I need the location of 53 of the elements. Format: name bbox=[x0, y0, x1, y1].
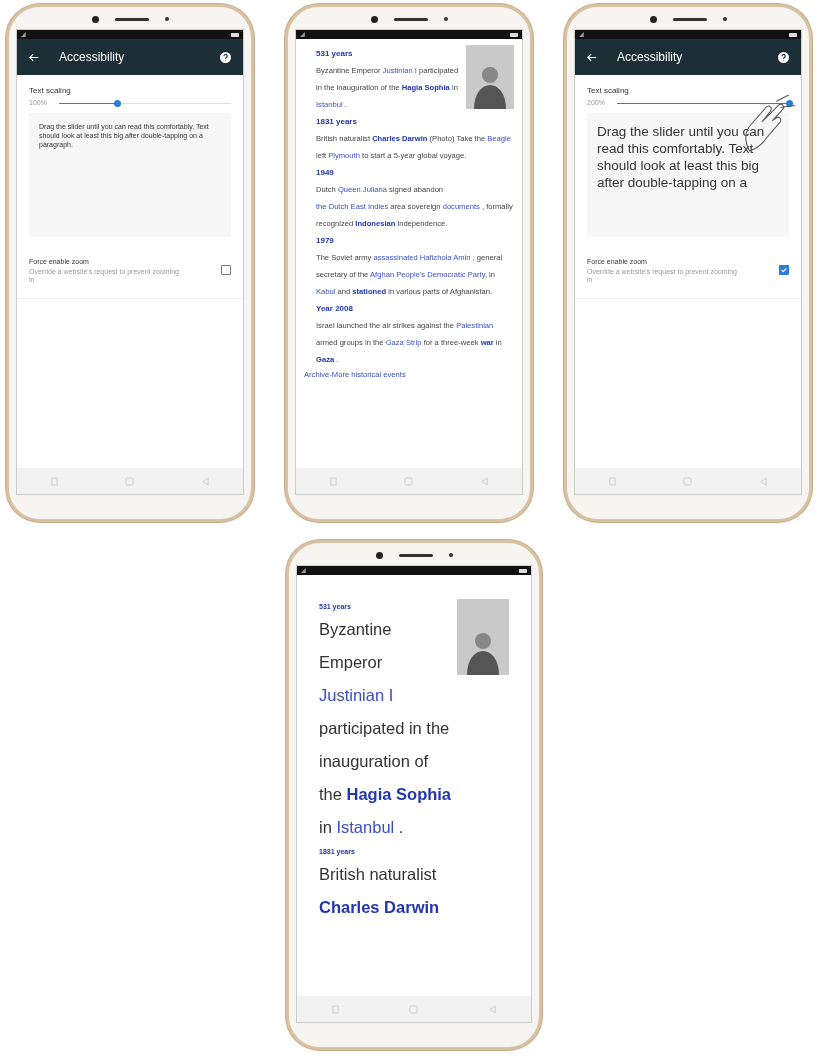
checkbox[interactable] bbox=[221, 265, 231, 276]
battery-icon bbox=[510, 32, 518, 37]
recents-icon[interactable] bbox=[608, 476, 616, 486]
signal-icon bbox=[21, 32, 29, 37]
speaker-grille bbox=[114, 17, 149, 21]
article-paragraph: Byzantine Emperor Justinian I participated in the inauguration of the Hagia Sophia in Istanbul . bbox=[319, 619, 453, 838]
link[interactable]: Istanbul bbox=[336, 818, 395, 836]
signal-icon bbox=[300, 32, 308, 37]
home-icon[interactable] bbox=[409, 1004, 419, 1014]
home-icon[interactable] bbox=[683, 476, 693, 486]
back-icon[interactable] bbox=[202, 476, 210, 486]
home-icon[interactable] bbox=[125, 476, 135, 486]
back-icon[interactable] bbox=[760, 476, 768, 486]
link[interactable]: Charles Darwin bbox=[319, 898, 440, 916]
camera-icon bbox=[375, 551, 383, 559]
toolbar-title: Accessibility bbox=[617, 49, 684, 66]
home-icon[interactable] bbox=[404, 476, 414, 486]
camera-icon bbox=[91, 15, 99, 23]
help-icon[interactable] bbox=[220, 51, 231, 63]
checkbox[interactable] bbox=[779, 265, 789, 276]
recents-icon[interactable] bbox=[50, 476, 58, 486]
speaker-grille bbox=[398, 553, 433, 557]
back-arrow-icon[interactable] bbox=[587, 52, 597, 62]
recents-icon[interactable] bbox=[332, 1004, 340, 1014]
battery-icon bbox=[789, 32, 797, 37]
signal-icon bbox=[301, 568, 309, 573]
signal-icon bbox=[579, 32, 587, 37]
section-heading: 1979 bbox=[316, 235, 335, 247]
toolbar-title: Accessibility bbox=[59, 49, 126, 66]
battery-icon bbox=[519, 568, 527, 573]
section-heading: Year 2008 bbox=[316, 303, 354, 315]
preview-text: Drag the slider until you can read this comfortably. Text should look at least this big after double-tapping on a bbox=[597, 123, 766, 192]
recents-icon[interactable] bbox=[329, 476, 337, 486]
speaker-grille bbox=[393, 17, 428, 21]
camera-icon bbox=[370, 15, 378, 23]
camera-icon bbox=[649, 15, 657, 23]
back-arrow-icon[interactable] bbox=[29, 52, 39, 62]
back-icon[interactable] bbox=[481, 476, 489, 486]
speaker-grille bbox=[672, 17, 707, 21]
link[interactable]: Hagia Sophia bbox=[346, 785, 452, 803]
link[interactable]: Justinian I bbox=[319, 686, 394, 704]
setting-label: Text scaling bbox=[587, 85, 630, 97]
photo-placeholder bbox=[466, 45, 514, 109]
slider-thumb[interactable] bbox=[785, 99, 793, 107]
section-heading: 1831 years bbox=[316, 116, 358, 128]
back-icon[interactable] bbox=[488, 1004, 496, 1014]
battery-icon bbox=[231, 32, 239, 37]
section-heading: 531 years bbox=[316, 48, 354, 60]
section-heading: 1949 bbox=[316, 167, 335, 179]
slider-thumb[interactable] bbox=[113, 99, 121, 107]
help-icon[interactable] bbox=[778, 51, 789, 63]
setting-label: Text scaling bbox=[29, 85, 72, 97]
article-paragraph: British naturalist Charles Darwin bbox=[319, 864, 441, 918]
